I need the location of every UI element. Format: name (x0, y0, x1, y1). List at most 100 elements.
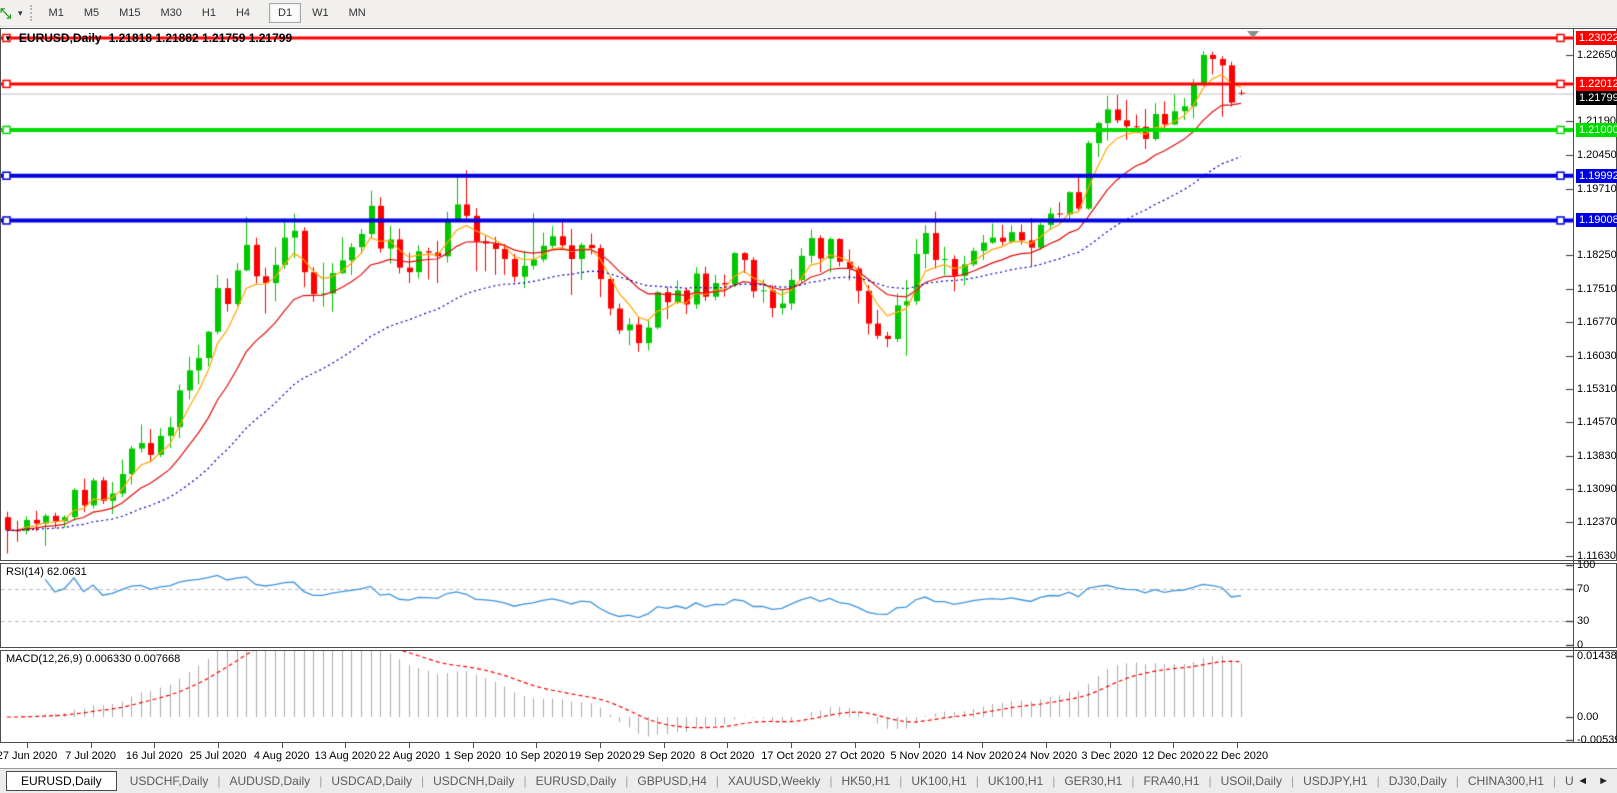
chart-tab-hk50-h1[interactable]: HK50,H1 (832, 771, 899, 791)
price-axis-tick: 1.17510 (1577, 282, 1617, 295)
date-axis-tick (1110, 743, 1111, 748)
chart-tab-uk100-h1[interactable]: UK100,H1 (902, 771, 975, 791)
chart-tab-usdcnh-daily[interactable]: USDCNH,Daily (424, 771, 523, 791)
date-axis-label: 3 Dec 2020 (1081, 750, 1138, 762)
price-chart-canvas[interactable] (1, 29, 1573, 560)
top-toolbar: ⤡ ▾ M1 M5 M15 M30 H1 H4 D1 W1 MN (0, 0, 1617, 27)
macd-indicator-label: MACD(12,26,9) 0.006330 0.007668 (6, 653, 181, 665)
date-axis-tick (1173, 743, 1174, 748)
macd-axis-label: 0.014384 (1577, 650, 1617, 663)
date-axis-tick (345, 743, 346, 748)
chart-tab-xauusd-weekly[interactable]: XAUUSD,Weekly (719, 771, 829, 791)
date-axis-tick (1237, 743, 1238, 748)
date-axis-tick (27, 743, 28, 748)
price-tag-1.19008: 1.19008 (1576, 213, 1617, 228)
date-axis-label: 17 Oct 2020 (761, 750, 822, 762)
cursor-tool-icon[interactable]: ⤡ (0, 4, 16, 22)
price-tag-1.23022: 1.23022 (1576, 31, 1617, 45)
date-axis-tick (919, 743, 920, 748)
chart-tab-usdjpy-h1[interactable]: USDJPY,H1 (1294, 771, 1376, 791)
date-axis-label: 29 Sep 2020 (632, 750, 695, 762)
tab-scroll-controls: ◄ ► (1577, 775, 1617, 787)
chart-tab-fra40-h1[interactable]: FRA40,H1 (1134, 771, 1208, 791)
timeframe-button-m15[interactable]: M15 (110, 3, 149, 23)
date-axis-label: 4 Aug 2020 (253, 750, 310, 762)
price-tag-1.19992: 1.19992 (1576, 168, 1617, 183)
date-axis-label: 19 Sep 2020 (568, 750, 632, 762)
price-axis-divider (1573, 28, 1574, 743)
rsi-axis-label: 100 (1577, 559, 1596, 571)
timeframe-button-m30[interactable]: M30 (152, 3, 191, 23)
date-axis-tick (473, 743, 474, 748)
chart-tab-china300-h1[interactable]: CHINA300,H1 (1459, 771, 1553, 791)
chart-symbol-label: EURUSD,Daily (18, 31, 102, 45)
date-axis: 27 Jun 2020 7 Jul 2020 16 Jul 2020 25 Jul 2… (0, 743, 1617, 768)
timeframe-button-h4[interactable]: H4 (227, 3, 259, 23)
price-axis-tick: 1.15310 (1577, 382, 1617, 395)
rsi-indicator-label: RSI(14) 62.0631 (6, 566, 87, 578)
tool-dropdown-caret[interactable]: ▾ (18, 8, 23, 19)
chart-title: ▼ EURUSD,Daily 1.21818 1.21882 1.21759 1… (4, 31, 292, 45)
chart-tab-dj30-daily[interactable]: DJ30,Daily (1380, 771, 1456, 791)
chart-tab-usdcad-daily[interactable]: USDCAD,Daily (322, 771, 421, 791)
date-axis-label: 5 Nov 2020 (890, 750, 947, 762)
price-axis-tick: 1.14570 (1577, 416, 1617, 429)
price-axis-tick: 1.20450 (1577, 148, 1617, 161)
price-tag-1.21799: 1.21799 (1576, 90, 1617, 105)
chart-tabs: EURUSD,Daily USDCHF,Daily | AUDUSD,Daily | US… (6, 771, 1573, 791)
price-axis-tick: 1.16770 (1577, 316, 1617, 329)
chart-tab-audusd-daily[interactable]: AUDUSD,Daily (221, 771, 320, 791)
chart-tab-us[interactable]: US (1556, 771, 1573, 791)
price-axis-tick: 1.13830 (1577, 449, 1617, 462)
price-axis-tick: 1.12370 (1577, 516, 1617, 529)
chart-collapse-icon[interactable]: ▼ (4, 34, 12, 43)
timeframe-button-m1[interactable]: M1 (40, 3, 73, 23)
rsi-axis-label: 70 (1577, 583, 1590, 595)
chart-tab-usdchf-daily[interactable]: USDCHF,Daily (121, 771, 218, 791)
chart-tab-ger30-h1[interactable]: GER30,H1 (1055, 771, 1131, 791)
price-axis: 1.22650 1.21190 1.20450 1.19710 1.18250 1.175… (1576, 28, 1617, 746)
date-axis-tick (664, 743, 665, 748)
price-axis-tick: 1.18250 (1577, 248, 1617, 261)
chart-ohlc-values: 1.21818 1.21882 1.21759 1.21799 (108, 31, 293, 45)
macd-indicator-canvas[interactable] (1, 651, 1573, 742)
price-axis-tick: 1.19710 (1577, 182, 1617, 195)
date-axis-label: 16 Jul 2020 (125, 750, 183, 762)
date-axis-tick (855, 743, 856, 748)
date-axis-label: 22 Dec 2020 (1205, 750, 1269, 762)
timeframe-button-group: M1 M5 M15 M30 H1 H4 D1 W1 MN (39, 3, 384, 23)
chart-tab-uk100-h1[interactable]: UK100,H1 (979, 771, 1052, 791)
timeframe-button-h1[interactable]: H1 (193, 3, 225, 23)
chart-tab-bar: EURUSD,Daily USDCHF,Daily | AUDUSD,Daily | US… (0, 768, 1617, 793)
date-axis-tick (982, 743, 983, 748)
chart-tab-eurusd-daily[interactable]: EURUSD,Daily (527, 771, 626, 791)
date-axis-label: 12 Dec 2020 (1142, 750, 1205, 762)
price-axis-tick: 1.22650 (1577, 48, 1617, 61)
date-axis-tick (409, 743, 410, 748)
date-axis-label: 27 Jun 2020 (0, 750, 58, 762)
timeframe-button-d1[interactable]: D1 (269, 3, 302, 23)
date-axis-label: 10 Sep 2020 (505, 750, 568, 762)
timeframe-button-w1[interactable]: W1 (303, 3, 338, 23)
macd-axis-label: 0.00 (1577, 711, 1599, 723)
date-axis-label: 1 Sep 2020 (444, 750, 501, 762)
date-axis-label: 25 Jul 2020 (189, 750, 247, 762)
timeframe-button-m5[interactable]: M5 (75, 3, 108, 23)
tab-scroll-left-icon[interactable]: ◄ (1577, 775, 1588, 787)
chart-tab-usoil-daily[interactable]: USOil,Daily (1212, 771, 1291, 791)
date-axis-tick (791, 743, 792, 748)
date-axis-tick (91, 743, 92, 748)
price-axis-tick: 1.13090 (1577, 483, 1617, 496)
date-axis-tick (154, 743, 155, 748)
chart-tab-eurusd-daily[interactable]: EURUSD,Daily (6, 771, 117, 791)
toolbar-drag-grip[interactable] (29, 5, 33, 21)
rsi-axis-label: 30 (1577, 615, 1590, 627)
date-axis-label: 24 Nov 2020 (1014, 750, 1078, 762)
price-tag-1.21000: 1.21000 (1576, 122, 1617, 137)
rsi-indicator-canvas[interactable] (1, 564, 1573, 647)
chart-tab-gbpusd-h4[interactable]: GBPUSD,H4 (628, 771, 715, 791)
date-axis-tick (1046, 743, 1047, 748)
timeframe-button-mn[interactable]: MN (340, 3, 375, 23)
date-axis-label: 22 Aug 2020 (378, 750, 440, 762)
tab-scroll-right-icon[interactable]: ► (1598, 775, 1609, 787)
